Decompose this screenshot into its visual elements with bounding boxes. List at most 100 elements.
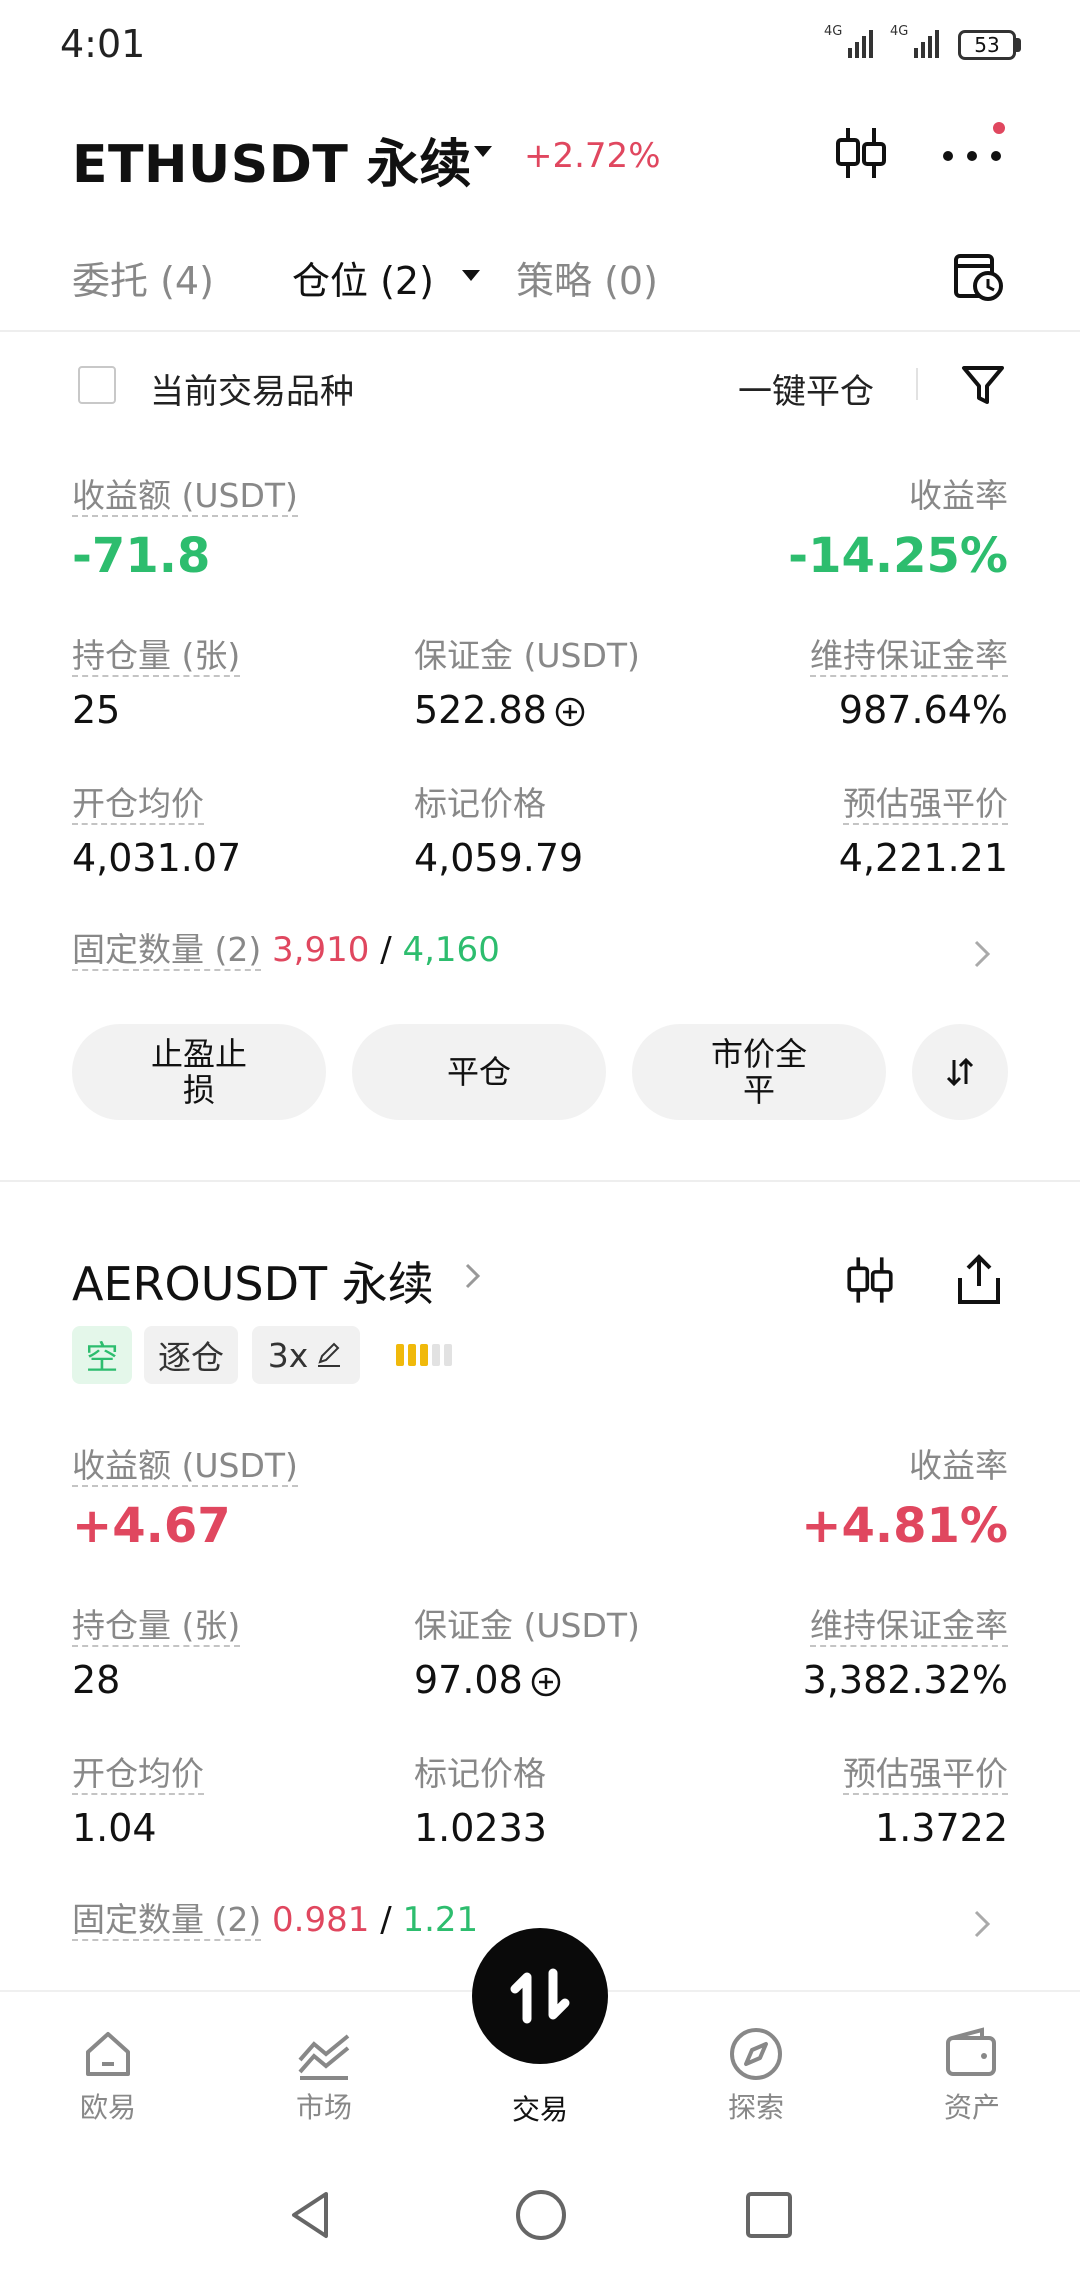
position2-mark-label: 标记价格 <box>414 1754 546 1793</box>
wallet-icon <box>946 2027 996 2076</box>
status-time: 4:01 <box>60 22 146 66</box>
tab-orders[interactable]: 委托 (4) <box>72 250 214 305</box>
position1-entry-label: 开仓均价 <box>72 784 204 825</box>
current-symbol-checkbox[interactable] <box>78 366 116 404</box>
tp-sl-label-line2: 损 <box>182 1071 215 1109</box>
close-all-button[interactable]: 一键平仓 <box>738 364 874 413</box>
side-short-badge: 空 <box>72 1326 132 1384</box>
position2-title[interactable]: AEROUSDT 永续 <box>72 1248 434 1314</box>
close-position-label: 平仓 <box>446 1053 511 1091</box>
signal-bars-icon <box>848 30 873 58</box>
risk-level-bar <box>408 1344 416 1366</box>
position1-margin-value: 522.88 <box>414 688 547 732</box>
risk-level-bar <box>444 1344 452 1366</box>
filter-icon[interactable] <box>958 360 1008 410</box>
edit-icon <box>318 1342 341 1367</box>
position2-size-label: 持仓量 (张) <box>72 1606 241 1647</box>
nav-item-market[interactable]: 市场 <box>264 2024 384 2126</box>
leverage-value: 3x <box>267 1335 309 1375</box>
position1-mark-label: 标记价格 <box>414 784 546 823</box>
position1-size-value: 25 <box>72 688 121 732</box>
position1-mark-value: 4,059.79 <box>414 836 584 880</box>
position1-mmr-value: 987.64% <box>838 688 1008 732</box>
position2-margin-label: 保证金 (USDT) <box>414 1606 640 1645</box>
position1-margin-label: 保证金 (USDT) <box>414 636 640 675</box>
position1-entry-value: 4,031.07 <box>72 836 242 880</box>
home-circle-icon[interactable] <box>514 2188 568 2242</box>
chevron-down-icon[interactable] <box>462 270 480 281</box>
chevron-right-icon[interactable] <box>462 1260 484 1292</box>
reverse-arrows-icon <box>946 1057 974 1087</box>
page-title[interactable]: ETHUSDT 永续 <box>72 122 472 197</box>
swap-icon <box>510 1968 570 2024</box>
trade-fab-button[interactable] <box>472 1928 608 2064</box>
fixed-separator: / <box>380 1900 392 1940</box>
recents-icon[interactable] <box>744 2190 794 2240</box>
battery-icon: 53 <box>958 30 1016 60</box>
position2-roe-label: 收益率 <box>909 1446 1008 1485</box>
back-icon[interactable] <box>286 2188 334 2242</box>
position2-size-value: 28 <box>72 1658 121 1702</box>
position2-entry-label: 开仓均价 <box>72 1754 204 1795</box>
market-close-label-line1: 市价全 <box>710 1035 807 1073</box>
battery-tip <box>1016 38 1021 52</box>
nav-item-assets[interactable]: 资产 <box>912 2024 1032 2126</box>
history-icon[interactable] <box>950 248 1006 304</box>
position1-roe-label: 收益率 <box>909 476 1008 515</box>
position1-liq-label: 预估强平价 <box>843 784 1008 825</box>
nav-label-trade: 交易 <box>511 2093 568 2126</box>
position1-liq-value: 4,221.21 <box>838 836 1008 880</box>
more-icon[interactable] <box>940 140 1004 172</box>
position2-mark-value: 1.0233 <box>414 1806 547 1850</box>
chevron-right-icon[interactable] <box>970 936 994 972</box>
fixed-sl-value: 1.21 <box>402 1900 479 1940</box>
position2-liq-value: 1.3722 <box>875 1806 1008 1850</box>
tab-positions[interactable]: 仓位 (2) <box>292 250 434 305</box>
position2-fixed-row[interactable]: 固定数量 (2) 0.981 / 1.21 <box>72 1900 479 1941</box>
add-margin-icon[interactable] <box>530 1666 562 1698</box>
position1-fixed-row[interactable]: 固定数量 (2) 3,910 / 4,160 <box>72 930 500 971</box>
divider <box>0 330 1080 332</box>
candlestick-chart-icon[interactable] <box>842 1252 898 1308</box>
notification-dot <box>993 122 1005 134</box>
nav-item-trade[interactable]: 交易 <box>480 2086 600 2128</box>
signal-bars-icon <box>914 30 939 58</box>
tab-strategies[interactable]: 策略 (0) <box>516 250 658 305</box>
current-symbol-label: 当前交易品种 <box>150 372 354 412</box>
position2-roe-value: +4.81% <box>801 1498 1008 1554</box>
position1-mmr-label: 维持保证金率 <box>810 636 1008 677</box>
share-icon[interactable] <box>952 1252 1006 1308</box>
nav-label-home: 欧易 <box>79 2091 136 2124</box>
tp-sl-label-line1: 止盈止 <box>150 1035 247 1073</box>
signal-label-2: 4G <box>890 24 909 39</box>
market-close-button[interactable]: 市价全平 <box>632 1024 886 1120</box>
position1-pnl-label: 收益额 (USDT) <box>72 476 298 517</box>
fixed-tp-value: 3,910 <box>272 930 370 970</box>
nav-item-home[interactable]: 欧易 <box>48 2024 168 2126</box>
nav-item-explore[interactable]: 探索 <box>696 2024 816 2126</box>
fixed-quantity-label: 固定数量 (2) <box>72 1900 262 1941</box>
candlestick-chart-icon[interactable] <box>830 122 892 184</box>
position2-liq-label: 预估强平价 <box>843 1754 1008 1795</box>
chevron-right-icon[interactable] <box>970 1906 994 1942</box>
chevron-down-icon[interactable] <box>474 146 492 157</box>
signal-label-1: 4G <box>824 24 843 39</box>
position1-pnl-value: -71.8 <box>72 528 211 584</box>
fixed-separator: / <box>380 930 392 970</box>
divider <box>916 368 918 400</box>
position2-pnl-value: +4.67 <box>72 1498 231 1554</box>
position2-mmr-value: 3,382.32% <box>802 1658 1008 1702</box>
risk-level-bar <box>396 1344 404 1366</box>
risk-level-bar <box>432 1344 440 1366</box>
close-position-button[interactable]: 平仓 <box>352 1024 606 1120</box>
position1-roe-value: -14.25% <box>788 528 1008 584</box>
tp-sl-button[interactable]: 止盈止损 <box>72 1024 326 1120</box>
home-icon <box>86 2032 130 2076</box>
reverse-position-button[interactable] <box>912 1024 1008 1120</box>
leverage-badge[interactable]: 3x <box>252 1326 360 1384</box>
position1-size-label: 持仓量 (张) <box>72 636 241 677</box>
chart-icon <box>298 2034 350 2080</box>
add-margin-icon[interactable] <box>554 696 586 728</box>
divider <box>0 1180 1080 1182</box>
compass-icon <box>730 2028 782 2080</box>
